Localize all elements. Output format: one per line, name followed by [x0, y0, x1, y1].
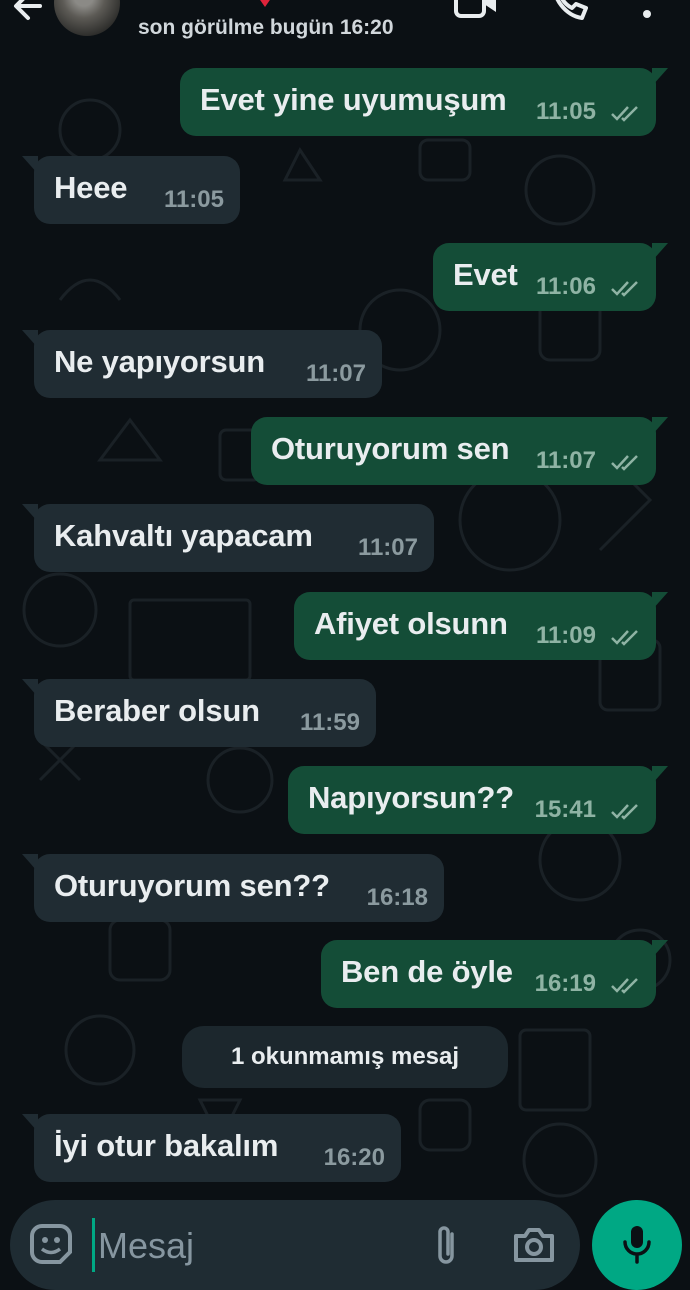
message-time: 11:07 — [357, 534, 418, 561]
incoming-message[interactable]: Ne yapıyorsun 11:07 — [22, 330, 382, 398]
message-text: Beraber olsun — [54, 693, 260, 728]
double-check-icon — [611, 978, 638, 994]
text-cursor — [92, 1218, 95, 1272]
incoming-message[interactable]: Heee 11:05 — [22, 156, 240, 224]
message-text: Oturuyorum sen?? — [54, 868, 330, 903]
incoming-message[interactable]: İyi otur bakalım 16:20 — [22, 1114, 401, 1182]
video-camera-icon[interactable] — [454, 0, 498, 20]
message-text: İyi otur bakalım — [54, 1128, 279, 1163]
outgoing-message[interactable]: Oturuyorum sen 11:07 — [251, 417, 668, 485]
unread-messages-banner: 1 okunmamış mesaj — [182, 1026, 508, 1088]
heart-emoji-icon — [258, 0, 272, 7]
double-check-icon — [611, 281, 638, 297]
phone-icon[interactable] — [548, 0, 588, 22]
incoming-message[interactable]: Beraber olsun 11:59 — [22, 679, 376, 747]
voice-message-button[interactable] — [592, 1200, 682, 1290]
outgoing-message[interactable]: Napıyorsun?? 15:41 — [288, 766, 668, 834]
message-text: Kahvaltı yapacam — [54, 518, 313, 553]
camera-icon[interactable] — [512, 1226, 556, 1264]
incoming-message[interactable]: Kahvaltı yapacam 11:07 — [22, 504, 434, 572]
message-text: Oturuyorum sen — [271, 431, 510, 466]
message-text: Ben de öyle — [341, 954, 513, 989]
incoming-message[interactable]: Oturuyorum sen?? 16:18 — [22, 854, 444, 922]
outgoing-message[interactable]: Ben de öyle 16:19 — [321, 940, 668, 1008]
back-arrow-icon[interactable] — [10, 0, 50, 26]
double-check-icon — [611, 106, 638, 122]
double-check-icon — [611, 804, 638, 820]
message-time: 11:07 — [535, 447, 596, 474]
message-time: 16:18 — [366, 884, 428, 911]
message-time: 11:06 — [535, 273, 596, 300]
message-input[interactable] — [96, 1220, 400, 1272]
message-time: 11:59 — [299, 709, 360, 736]
message-text: Evet — [453, 257, 518, 292]
last-seen-status: son görülme bugün 16:20 — [138, 16, 394, 39]
message-text: Napıyorsun?? — [308, 780, 515, 815]
message-time: 15:41 — [534, 796, 596, 823]
message-time: 11:07 — [305, 360, 366, 387]
outgoing-message[interactable]: Afiyet olsunn 11:09 — [294, 592, 668, 660]
message-text: Evet yine uyumuşum — [200, 82, 507, 117]
message-text: Heee — [54, 170, 128, 205]
message-time: 11:05 — [535, 98, 596, 125]
chat-header: son görülme bugün 16:20 — [0, 0, 690, 56]
message-text: Afiyet olsunn — [314, 606, 508, 641]
message-time: 16:20 — [323, 1144, 385, 1171]
paperclip-icon[interactable] — [434, 1224, 458, 1268]
outgoing-message[interactable]: Evet yine uyumuşum 11:05 — [180, 68, 668, 136]
message-time: 11:09 — [535, 622, 596, 649]
message-composer — [10, 1200, 580, 1290]
message-time: 11:05 — [163, 186, 224, 213]
double-check-icon — [611, 630, 638, 646]
outgoing-message[interactable]: Evet 11:06 — [433, 243, 668, 311]
more-vertical-icon[interactable] — [636, 0, 658, 22]
double-check-icon — [611, 455, 638, 471]
message-time: 16:19 — [534, 970, 596, 997]
sticker-icon[interactable] — [30, 1224, 72, 1266]
microphone-icon — [622, 1224, 652, 1264]
message-text: Ne yapıyorsun — [54, 344, 266, 379]
avatar[interactable] — [54, 0, 120, 36]
